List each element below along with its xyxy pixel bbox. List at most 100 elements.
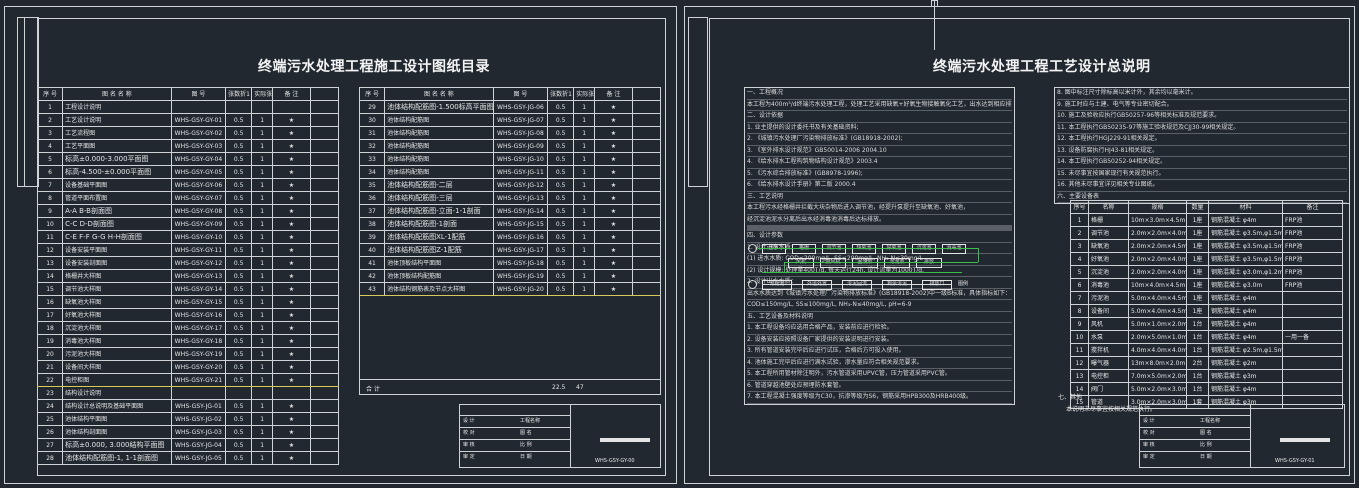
table-cell: WHS-GSY-GY-18 (170, 334, 227, 348)
equipment-row: 14 阀门 5.0m×2.0m×3.0m 1台 钢筋混凝土 φ4m (1070, 382, 1343, 396)
equipment-cell: 4 (1070, 252, 1089, 266)
titleblock-rule (460, 415, 570, 416)
table-cell: 3 (36, 126, 64, 140)
table-cell: 工艺设计说明 (62, 113, 172, 127)
table-cell (309, 269, 340, 283)
table-cell: 28 (36, 451, 64, 465)
equipment-cell: 钢筋混凝土 φ3.0m (1208, 278, 1283, 292)
table-row: 13 设备安装剖面图 WHS-GSY-GY-12 0.5 1 ★ (36, 256, 340, 270)
equipment-cell: 9 (1070, 317, 1089, 331)
table-cell: 1 (251, 321, 274, 335)
titleblock-label: 设 计 (463, 418, 475, 424)
table-cell: ★ (594, 269, 633, 283)
table-cell: 39 (358, 230, 386, 244)
equipment-cell (1282, 343, 1343, 357)
table-cell: 1 (251, 204, 274, 218)
table-cell: WHS-GSY-GY-21 (170, 373, 227, 387)
equipment-cell: FRP池 (1282, 278, 1343, 292)
table-cell: ★ (272, 230, 311, 244)
table-cell: ★ (272, 438, 311, 452)
note-line: 4. 《给水排水工程构筑物结构设计规范》2003.4 (747, 157, 1012, 169)
table-cell: 0.5 (547, 191, 575, 205)
table-cell (309, 373, 340, 387)
table-cell: WHS-GSY-GY-01 (170, 113, 227, 127)
table-cell: WHS-GSY-GY-11 (170, 243, 227, 257)
table-cell: 19 (36, 334, 64, 348)
table-row: 18 沉淀池大样图 WHS-GSY-GY-17 0.5 1 ★ (36, 321, 340, 335)
note-line: 经沉淀池泥水分离后出水经消毒池消毒后达标排放。 (747, 215, 1012, 226)
table-cell (309, 191, 340, 205)
table-cell: WHS-GSY-JG-11 (492, 165, 549, 179)
table-row: 2 工艺设计说明 WHS-GSY-GY-01 0.5 1 ★ (36, 113, 340, 127)
table-cell: 41 (358, 256, 386, 270)
table-cell: ★ (272, 295, 311, 309)
table-cell (309, 386, 340, 400)
table-row: 12 设备安装平面图 WHS-GSY-GY-11 0.5 1 ★ (36, 243, 340, 257)
equipment-cell: FRP池 (1282, 239, 1343, 253)
equipment-cell: 钢筋混凝土 φ3.0m,φ1.2m (1208, 265, 1283, 279)
flow-node: 风机 (788, 258, 814, 268)
table-cell: 22 (36, 373, 64, 387)
table-cell: 36 (358, 191, 386, 205)
table-cell: WHS-GSY-GY-05 (170, 165, 227, 179)
table-cell: 污泥池大样图 (62, 347, 172, 361)
table-cell (309, 230, 340, 244)
table-cell: 池体结构配筋图XL-1配筋 (384, 230, 494, 244)
flow-start-marker (748, 244, 757, 253)
table-cell (631, 100, 662, 114)
equipment-cell: 1座 (1186, 291, 1209, 305)
equipment-header-row: 序号 名称 规格 数量 材料 备注 (1070, 200, 1343, 214)
table-cell: 23 (36, 386, 64, 400)
total-value: 22.5 (552, 384, 566, 391)
titleblock-rule (460, 439, 570, 440)
equipment-cell: 11 (1070, 343, 1089, 357)
table-cell: 0.5 (225, 243, 253, 257)
equipment-cell: 2台 (1186, 356, 1209, 370)
table-cell: 池体结构配筋图-1.500标高平面图 (384, 100, 494, 114)
equipment-cell: 1座 (1186, 252, 1209, 266)
table-row: 19 消毒池大样图 WHS-GSY-GY-18 0.5 1 ★ (36, 334, 340, 348)
note-line: COD≤150mg/L, SS≤100mg/L, NH₃-N≤40mg/L, p… (747, 300, 1012, 312)
table-header-row: 序 号图 名 名 称图 号张数折1实际张数备 注 (358, 87, 662, 101)
table-cell: 25 (36, 412, 64, 426)
table-cell: 1 (251, 347, 274, 361)
table-cell: ★ (594, 178, 633, 192)
table-cell (631, 243, 662, 257)
table-cell: 1 (251, 191, 274, 205)
table-cell: WHS-GSY-GY-10 (170, 230, 227, 244)
table-cell: WHS-GSY-JG-12 (492, 178, 549, 192)
equipment-cell: 钢筋混凝土 φ4m (1208, 304, 1283, 318)
table-cell: 池体顶板结构平面图 (384, 256, 494, 270)
equipment-cell: 设备间 (1088, 304, 1129, 318)
table-cell: WHS-GSY-GY-09 (170, 217, 227, 231)
equipment-cell: 格栅 (1088, 213, 1129, 227)
table-cell: WHS-GSY-JG-07 (492, 113, 549, 127)
table-cell: WHS-GSY-GY-16 (170, 308, 227, 322)
equipment-row: 13 电控柜 7.0m×5.0m×2.0m 1台 钢筋混凝土 φ3m (1070, 369, 1343, 383)
equipment-cell: 13 (1070, 369, 1089, 383)
table-cell (309, 100, 340, 114)
table-cell: WHS-GSY-GY-13 (170, 269, 227, 283)
table-cell: 0.5 (547, 165, 575, 179)
table-cell (225, 100, 253, 114)
table-cell: WHS-GSY-GY-12 (170, 256, 227, 270)
table-cell: 1 (251, 243, 274, 257)
tb-drawing-code: WHS-GSY-GY-01 (1275, 458, 1315, 464)
titleblock-label: 比 例 (1200, 442, 1212, 448)
flow-node: 鼓风机 (820, 258, 846, 268)
equipment-cell: FRP池 (1282, 265, 1343, 279)
equipment-cell: 钢筋混凝土 φ3.5m,φ1.5m (1208, 252, 1283, 266)
table-cell: WHS-GSY-GY-15 (170, 295, 227, 309)
table-cell: 工艺流程图 (62, 126, 172, 140)
table-cell: 1 (251, 334, 274, 348)
table-header-cell: 实际张数 (573, 87, 596, 101)
table-cell: 38 (358, 217, 386, 231)
table-header-cell (309, 87, 340, 101)
table-cell (631, 256, 662, 270)
table-cell (309, 165, 340, 179)
table-cell: 0.5 (225, 230, 253, 244)
note-line: 2. 《城镇污水处理厂污染物排放标准》(GB18918-2002); (747, 134, 1012, 146)
table-cell: 设备间大样图 (62, 360, 172, 374)
table-cell: 0.5 (225, 334, 253, 348)
table-cell (309, 282, 340, 296)
